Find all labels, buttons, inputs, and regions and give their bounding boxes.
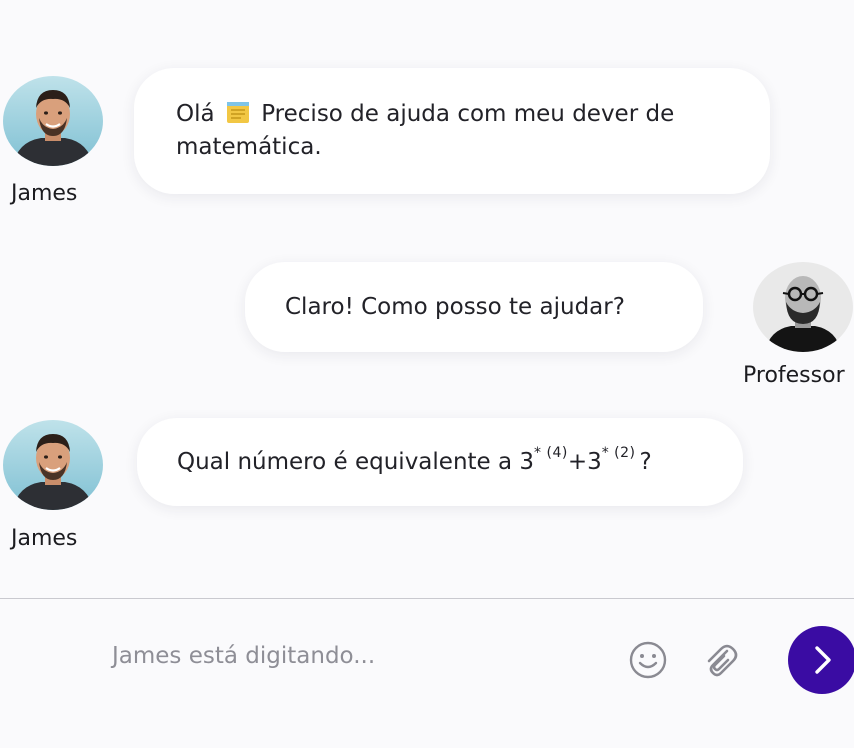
paperclip-icon (707, 644, 738, 677)
message-text-suffix: ? (639, 449, 652, 475)
message-text-start: Olá (176, 101, 215, 127)
sender-name-james: James (11, 181, 78, 206)
message-input[interactable]: James está digitando... (112, 643, 375, 669)
message-text: Claro! Como posso te ajudar? (285, 294, 625, 320)
professor-avatar (753, 262, 853, 352)
james-avatar (3, 76, 103, 166)
exponent-1: * (4) (534, 445, 568, 461)
exponent-2: * (2) (601, 445, 636, 461)
james-avatar (3, 420, 103, 510)
sender-name-professor: Professor (743, 363, 845, 388)
message-bubble-james-1: Olá Preciso de ajuda com meu dever de ma… (134, 68, 770, 194)
send-button[interactable] (788, 626, 854, 694)
sender-name-james: James (11, 526, 78, 551)
smiley-icon (629, 641, 667, 679)
message-composer: James está digitando... (0, 599, 854, 748)
attach-button[interactable] (698, 638, 742, 682)
memo-emoji (226, 102, 249, 123)
emoji-button[interactable] (626, 638, 670, 682)
message-text-mid: +3 (567, 449, 602, 475)
chevron-right-icon (815, 646, 831, 674)
chat-messages: James Olá Preciso de ajuda com meu dever… (0, 0, 854, 598)
message-bubble-professor: Claro! Como posso te ajudar? (245, 262, 703, 352)
message-bubble-james-2: Qual número é equivalente a 3* (4)+3* (2… (137, 418, 743, 506)
message-text-prefix: Qual número é equivalente a 3 (177, 449, 535, 475)
